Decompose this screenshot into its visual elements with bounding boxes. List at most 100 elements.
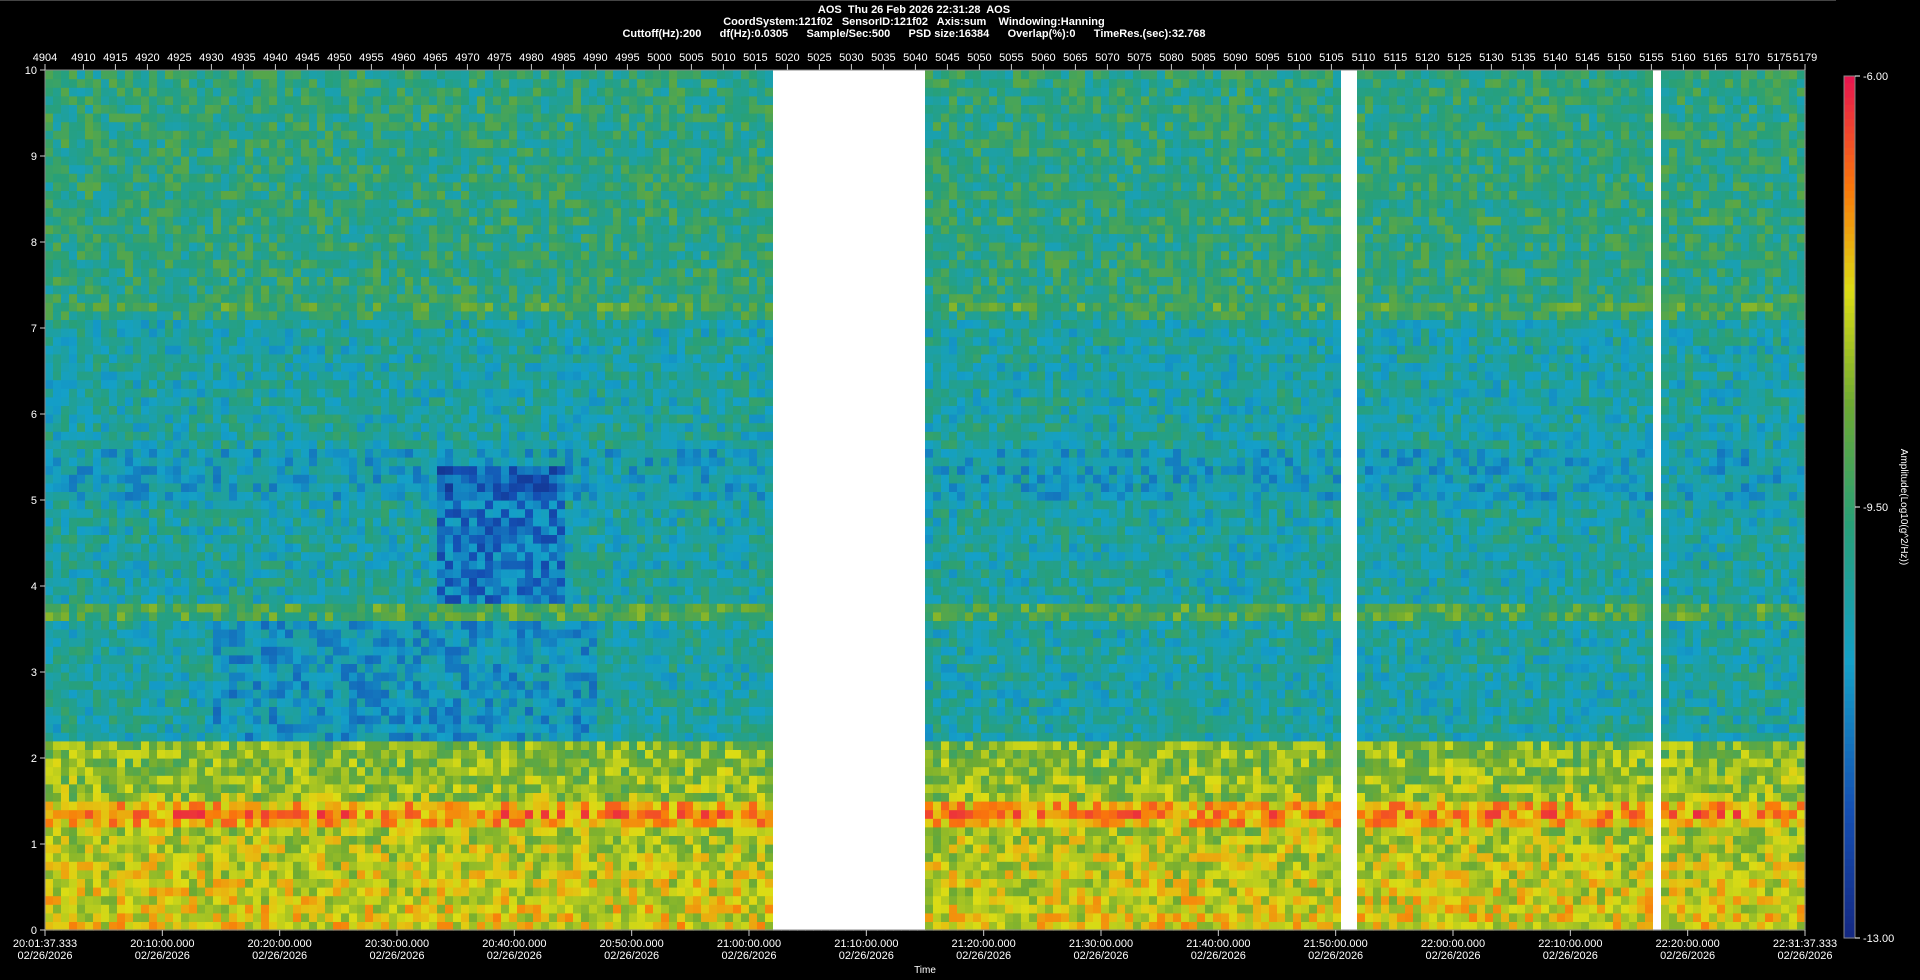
heatmap-cell: [261, 276, 270, 286]
heatmap-cell: [173, 87, 182, 97]
heatmap-cell: [309, 852, 318, 862]
heatmap-cell: [149, 637, 158, 647]
heatmap-cell: [141, 156, 150, 166]
heatmap-cell: [173, 293, 182, 303]
heatmap-cell: [261, 405, 270, 415]
heatmap-cell: [381, 224, 390, 234]
heatmap-cell: [269, 689, 278, 699]
heatmap-cell: [229, 766, 238, 776]
heatmap-cell: [205, 310, 214, 320]
heatmap-cell: [429, 517, 438, 527]
heatmap-cell: [357, 577, 366, 587]
heatmap-cell: [421, 422, 430, 432]
heatmap-cell: [229, 362, 238, 372]
heatmap-cell: [149, 568, 158, 578]
heatmap-cell: [245, 620, 254, 630]
heatmap-cell: [405, 568, 414, 578]
heatmap-cell: [421, 654, 430, 664]
heatmap-cell: [213, 396, 222, 406]
heatmap-cell: [213, 749, 222, 759]
heatmap-cell: [173, 758, 182, 768]
heatmap-cell: [349, 104, 358, 114]
heatmap-cell: [397, 801, 406, 811]
heatmap-cell: [389, 431, 398, 441]
heatmap-cell: [141, 104, 150, 114]
heatmap-cell: [437, 740, 446, 750]
heatmap-cell: [69, 422, 78, 432]
heatmap-cell: [349, 620, 358, 630]
heatmap-cell: [309, 474, 318, 484]
heatmap-cell: [181, 611, 190, 621]
heatmap-cell: [109, 654, 118, 664]
heatmap-cell: [213, 293, 222, 303]
heatmap-cell: [293, 78, 302, 88]
heatmap-cell: [93, 353, 102, 363]
heatmap-cell: [181, 637, 190, 647]
heatmap-cell: [77, 826, 86, 836]
heatmap-cell: [149, 921, 158, 931]
heatmap-cell: [213, 517, 222, 527]
heatmap-cell: [149, 603, 158, 613]
heatmap-cell: [229, 465, 238, 475]
heatmap-cell: [117, 285, 126, 295]
heatmap-cell: [93, 293, 102, 303]
heatmap-cell: [61, 706, 70, 716]
heatmap-cell: [357, 689, 366, 699]
heatmap-cell: [149, 517, 158, 527]
heatmap-cell: [269, 663, 278, 673]
heatmap-cell: [69, 568, 78, 578]
heatmap-cell: [93, 852, 102, 862]
heatmap-cell: [437, 586, 446, 596]
heatmap-cell: [221, 878, 230, 888]
heatmap-cell: [349, 801, 358, 811]
heatmap-cell: [221, 95, 230, 105]
heatmap-cell: [157, 78, 166, 88]
heatmap-cell: [197, 921, 206, 931]
heatmap-cell: [53, 844, 62, 854]
heatmap-cell: [93, 895, 102, 905]
heatmap-cell: [389, 680, 398, 690]
heatmap-cell: [253, 534, 262, 544]
heatmap-cell: [261, 895, 270, 905]
heatmap-cell: [429, 680, 438, 690]
heatmap-cell: [173, 396, 182, 406]
heatmap-cell: [317, 336, 326, 346]
heatmap-cell: [293, 285, 302, 295]
heatmap-cell: [213, 543, 222, 553]
heatmap-cell: [381, 104, 390, 114]
heatmap-cell: [381, 740, 390, 750]
heatmap-cell: [333, 379, 342, 389]
heatmap-cell: [357, 224, 366, 234]
heatmap-cell: [293, 723, 302, 733]
heatmap-cell: [85, 78, 94, 88]
heatmap-cell: [205, 414, 214, 424]
heatmap-cell: [101, 895, 110, 905]
heatmap-cell: [285, 749, 294, 759]
heatmap-cell: [261, 190, 270, 200]
heatmap-cell: [317, 267, 326, 277]
heatmap-cell: [197, 482, 206, 492]
heatmap-cell: [285, 551, 294, 561]
heatmap-cell: [125, 715, 134, 725]
heatmap-cell: [357, 921, 366, 931]
heatmap-cell: [405, 534, 414, 544]
heatmap-cell: [325, 921, 334, 931]
heatmap-cell: [253, 156, 262, 166]
heatmap-cell: [309, 654, 318, 664]
heatmap-cell: [357, 396, 366, 406]
heatmap-cell: [109, 740, 118, 750]
heatmap-cell: [205, 173, 214, 183]
heatmap-cell: [421, 869, 430, 879]
heatmap-cell: [101, 448, 110, 458]
heatmap-cell: [317, 405, 326, 415]
heatmap-cell: [253, 113, 262, 123]
heatmap-cell: [181, 250, 190, 260]
heatmap-cell: [413, 181, 422, 191]
heatmap-cell: [61, 792, 70, 802]
heatmap-cell: [381, 611, 390, 621]
heatmap-cell: [381, 904, 390, 914]
heatmap-cell: [213, 302, 222, 312]
heatmap-cell: [317, 95, 326, 105]
heatmap-cell: [181, 104, 190, 114]
heatmap-cell: [53, 801, 62, 811]
